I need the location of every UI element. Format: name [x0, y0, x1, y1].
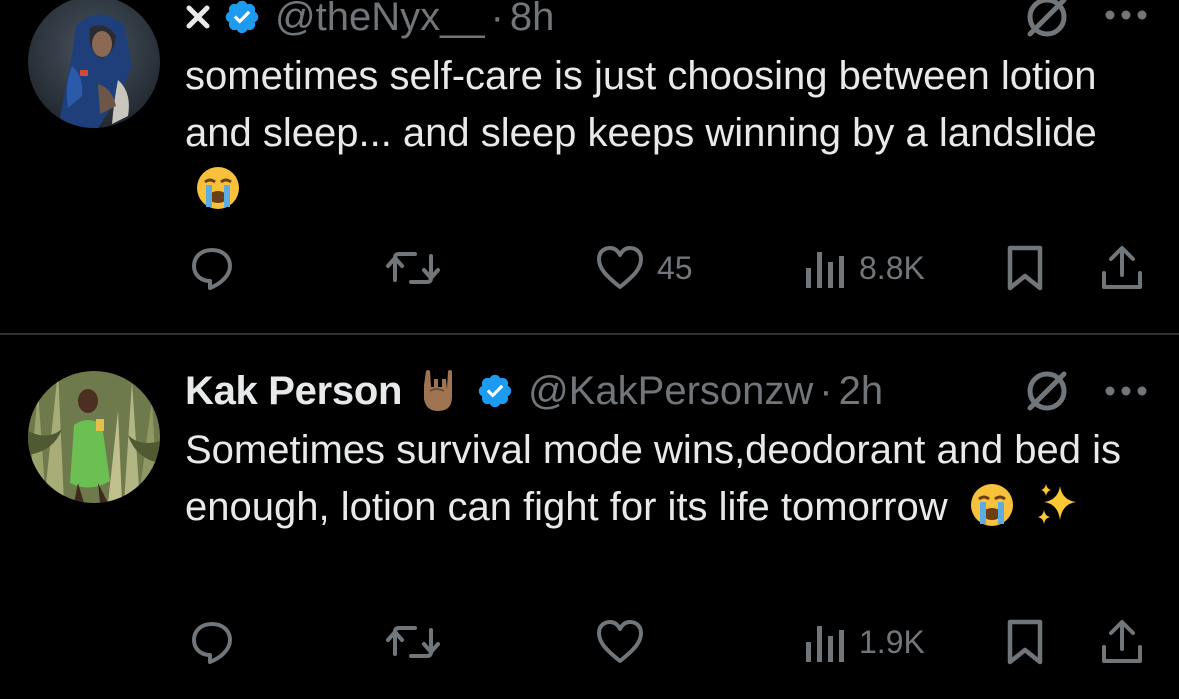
retweet-button[interactable]	[385, 612, 453, 672]
tweet[interactable]: @theNyx__ · 8h sometimes self-care is ju…	[0, 0, 1179, 333]
display-name[interactable]: Kak Person	[185, 369, 402, 414]
sign-of-horns-emoji	[414, 367, 462, 415]
bookmark-icon	[1004, 618, 1046, 666]
reply-button[interactable]	[188, 612, 248, 672]
grok-icon[interactable]	[1022, 0, 1072, 47]
tweet-text: Sometimes survival mode wins,deodorant a…	[185, 422, 1145, 544]
timestamp[interactable]: 2h	[839, 369, 884, 414]
more-options-icon[interactable]	[1103, 384, 1149, 403]
retweet-button[interactable]	[385, 238, 453, 298]
avatar[interactable]	[28, 371, 160, 503]
like-button[interactable]: 45	[595, 238, 693, 298]
like-button[interactable]	[595, 612, 657, 672]
separator-dot: ·	[819, 368, 833, 413]
action-bar: 45 8.8K	[0, 238, 1179, 298]
analytics-icon	[803, 246, 847, 290]
bookmark-button[interactable]	[1004, 612, 1046, 672]
tweet-body: sometimes self-care is just choosing bet…	[185, 54, 1097, 155]
verified-badge-icon	[476, 372, 514, 410]
share-icon	[1098, 243, 1146, 293]
reply-icon	[188, 618, 236, 666]
x-close-icon[interactable]	[185, 4, 211, 30]
like-count: 45	[657, 249, 693, 286]
retweet-icon	[385, 618, 441, 666]
bookmark-icon	[1004, 244, 1046, 292]
separator-dot: ·	[490, 0, 504, 39]
tweet-header: @theNyx__ · 8h	[185, 0, 554, 42]
share-button[interactable]	[1098, 238, 1146, 298]
reply-icon	[188, 244, 236, 292]
bookmark-button[interactable]	[1004, 238, 1046, 298]
action-bar: 1.9K	[0, 612, 1179, 672]
verified-badge-icon	[223, 0, 261, 36]
handle[interactable]: @theNyx__	[275, 0, 485, 40]
heart-icon	[595, 245, 645, 291]
views-button[interactable]: 8.8K	[803, 238, 925, 298]
loudly-crying-face-emoji	[969, 482, 1015, 544]
view-count: 1.9K	[859, 623, 925, 660]
share-button[interactable]	[1098, 612, 1146, 672]
tweet-text: sometimes self-care is just choosing bet…	[185, 48, 1145, 227]
heart-icon	[595, 619, 645, 665]
handle[interactable]: @KakPersonzw	[528, 369, 813, 414]
tweet-header: Kak Person @KakPersonzw · 2h	[185, 366, 883, 416]
retweet-icon	[385, 244, 441, 292]
reply-button[interactable]	[188, 238, 248, 298]
more-options-icon[interactable]	[1103, 8, 1149, 27]
sparkles-emoji	[1034, 482, 1080, 544]
loudly-crying-face-emoji	[195, 165, 241, 227]
view-count: 8.8K	[859, 249, 925, 286]
views-button[interactable]: 1.9K	[803, 612, 925, 672]
grok-icon[interactable]	[1022, 366, 1072, 421]
timestamp[interactable]: 8h	[510, 0, 555, 40]
share-icon	[1098, 617, 1146, 667]
analytics-icon	[803, 620, 847, 664]
avatar[interactable]	[28, 0, 160, 128]
tweet[interactable]: Kak Person @KakPersonzw · 2h Sometimes s…	[0, 335, 1179, 699]
